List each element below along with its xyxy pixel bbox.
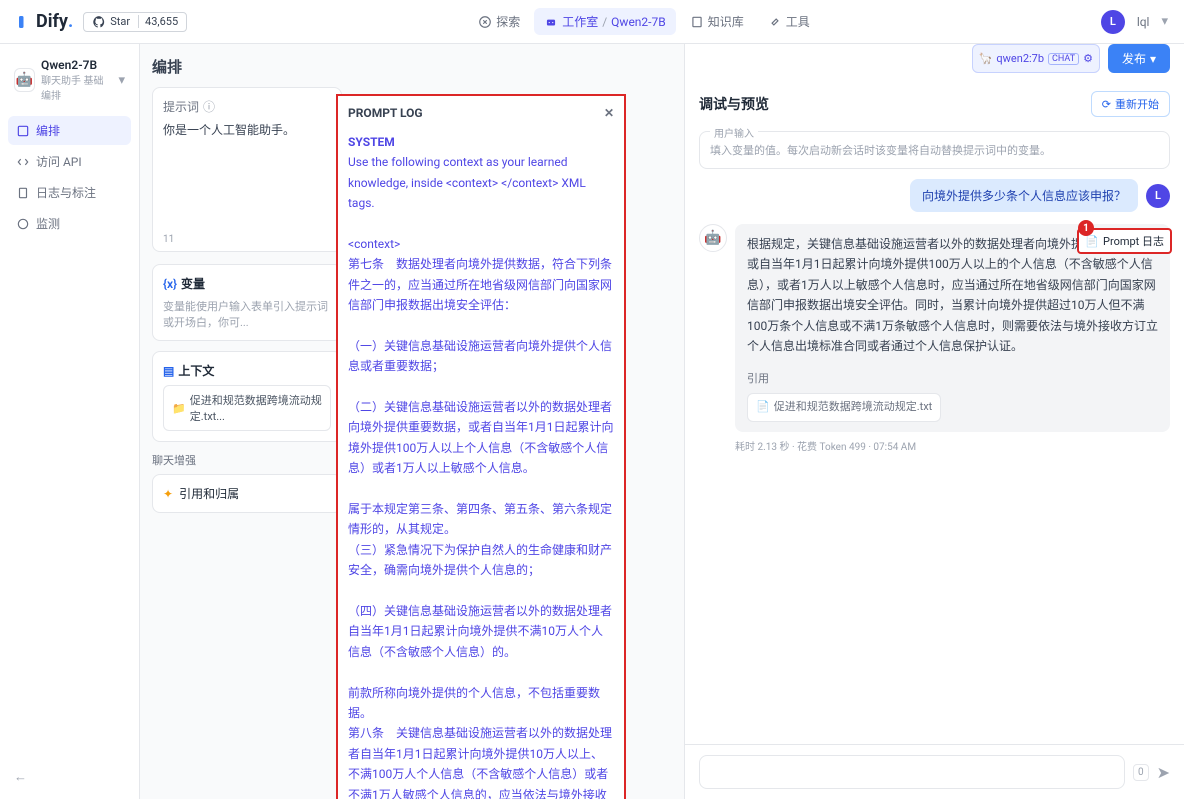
star-icon: ✦ — [163, 487, 173, 501]
layout-icon — [16, 124, 30, 138]
prompt-log-panel: PROMPT LOG ✕ SYSTEM Use the following con… — [336, 94, 626, 799]
response-meta: 耗时 2.13 秒 · 花费 Token 499 · 07:54 AM — [735, 438, 1170, 453]
book-icon — [690, 15, 704, 29]
page-title: 编排 — [152, 56, 672, 77]
github-star[interactable]: Star 43,655 — [83, 12, 187, 32]
char-count: 11 — [163, 234, 174, 245]
folder-icon: 📁 — [172, 402, 186, 415]
restart-button[interactable]: ⟳重新开始 — [1091, 91, 1170, 117]
sidebar-item-api[interactable]: 访问 API — [8, 147, 131, 176]
top-nav: 探索 工作室/Qwen2-7B 知识库 工具 — [468, 8, 820, 35]
bot-avatar: 🤖 — [699, 224, 727, 252]
variable-title: 变量 — [181, 275, 205, 292]
prompt-log-body: SYSTEM Use the following context as your… — [348, 132, 614, 799]
context-title: 上下文 — [178, 362, 214, 379]
nav-explore[interactable]: 探索 — [468, 8, 530, 35]
context-file[interactable]: 📁促进和规范数据跨境流动规定.txt... — [163, 385, 331, 431]
debug-title: 调试与预览 — [699, 94, 769, 114]
prompt-log-title: PROMPT LOG — [348, 106, 423, 120]
app-tags: 聊天助手 基础编排 — [41, 72, 112, 102]
nav-knowledge[interactable]: 知识库 — [680, 8, 754, 35]
center-panel: 编排 提示词ⓘ 你是一个人工智能助手。 11 {x}变量 变量能使用户输入表单引… — [140, 44, 684, 799]
sidebar-item-orchestrate[interactable]: 编排 — [8, 116, 131, 145]
help-icon: ⓘ — [203, 98, 215, 115]
chat-input[interactable] — [699, 755, 1125, 789]
sidebar-item-monitor[interactable]: 监测 — [8, 209, 131, 238]
close-icon[interactable]: ✕ — [604, 106, 614, 120]
app-icon: 🤖 — [14, 68, 35, 92]
code-icon — [16, 155, 30, 169]
variable-desc: 变量能使用户输入表单引入提示词或开场白，你可... — [163, 298, 331, 330]
top-bar: Dify. Star 43,655 探索 工作室/Qwen2-7B 知识库 工具… — [0, 0, 1184, 44]
preview-panel: 🦙 qwen2:7b CHAT ⚙ 发布▾ 调试与预览 ⟳重新开始 用户输入 填… — [684, 44, 1184, 799]
file-icon: 📄 — [1085, 235, 1099, 248]
model-tag: CHAT — [1048, 53, 1079, 65]
context-section: ▤ 上下文 📁促进和规范数据跨境流动规定.txt... — [152, 351, 342, 442]
brand-logo[interactable]: Dify. — [16, 11, 73, 32]
file-icon: 📄 — [756, 398, 770, 417]
tool-icon — [768, 15, 782, 29]
user-name: lql — [1137, 15, 1150, 29]
github-icon — [92, 15, 106, 29]
chevron-down-icon: ▾ — [118, 73, 125, 88]
nav-tools[interactable]: 工具 — [758, 8, 820, 35]
chevron-down-icon[interactable]: ▾ — [1161, 14, 1168, 29]
input-hint-label: 用户输入 — [710, 125, 758, 140]
nav-studio[interactable]: 工作室/Qwen2-7B — [534, 8, 676, 35]
ref-label: 引用 — [747, 370, 1158, 389]
user-input-hint: 用户输入 填入变量的值。每次启动新会话时该变量将自动替换提示词中的变量。 — [699, 131, 1170, 169]
cite-label: 引用和归属 — [179, 485, 239, 502]
sidebar-item-logs[interactable]: 日志与标注 — [8, 178, 131, 207]
layers-icon: ▤ — [163, 364, 174, 378]
collapse-sidebar[interactable]: ← — [8, 763, 131, 791]
variable-section: {x}变量 变量能使用户输入表单引入提示词或开场白，你可... — [152, 264, 342, 341]
model-selector[interactable]: 🦙 qwen2:7b CHAT ⚙ — [972, 44, 1100, 73]
sidebar: 🤖 Qwen2-7B 聊天助手 基础编排 ▾ 编排 访问 API 日志与标注 监… — [0, 44, 140, 799]
sliders-icon: ⚙ — [1083, 52, 1093, 65]
app-selector[interactable]: 🤖 Qwen2-7B 聊天助手 基础编排 ▾ — [8, 52, 131, 108]
eye-icon — [16, 217, 30, 231]
input-bar: 0 ➤ — [685, 744, 1184, 799]
chevron-down-icon: ▾ — [1150, 52, 1156, 66]
prompt-label: 提示词 — [163, 98, 199, 115]
app-title: Qwen2-7B — [41, 58, 112, 72]
prompt-text[interactable]: 你是一个人工智能助手。 — [163, 121, 331, 241]
user-avatar: L — [1146, 184, 1170, 208]
robot-icon — [544, 15, 558, 29]
chat-area: 向境外提供多少条个人信息应该申报？ L 1 ⧉ 📄Prompt 日志 🤖 根据规… — [685, 179, 1184, 744]
cite-section[interactable]: ✦ 引用和归属 — [152, 474, 342, 513]
nav-crumb[interactable]: Qwen2-7B — [611, 15, 666, 29]
send-button[interactable]: ➤ — [1157, 763, 1170, 782]
ref-file[interactable]: 📄促进和规范数据跨境流动规定.txt — [747, 393, 941, 422]
token-count: 0 — [1133, 764, 1149, 781]
refresh-icon: ⟳ — [1102, 98, 1111, 111]
prompt-editor[interactable]: 提示词ⓘ 你是一个人工智能助手。 11 — [152, 87, 342, 252]
model-icon: 🦙 — [979, 52, 993, 65]
bot-message: 根据规定，关键信息基础设施运营者以外的数据处理者向境外提供重要数据，或自当年1月… — [735, 224, 1170, 432]
compass-icon — [478, 15, 492, 29]
publish-button[interactable]: 发布▾ — [1108, 44, 1170, 73]
file-icon — [16, 186, 30, 200]
notification-badge: 1 — [1078, 220, 1094, 236]
user-avatar[interactable]: L — [1101, 10, 1125, 34]
user-message: 向境外提供多少条个人信息应该申报？ — [910, 179, 1138, 212]
